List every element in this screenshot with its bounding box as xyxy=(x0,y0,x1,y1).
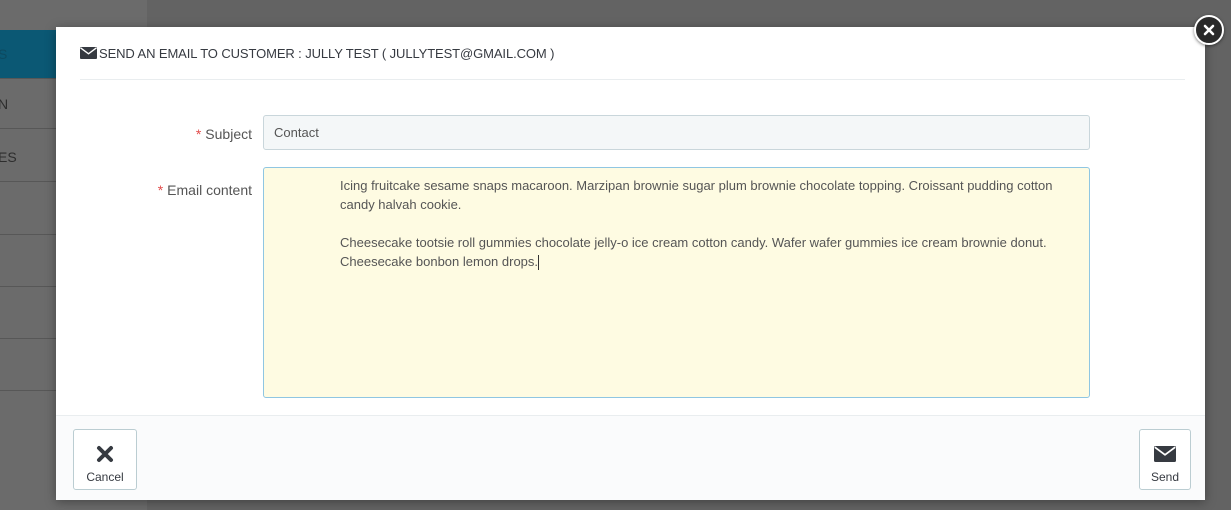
subject-label-text: Subject xyxy=(205,126,252,142)
content-paragraph: Icing fruitcake sesame snaps macaroon. M… xyxy=(340,178,1053,212)
subject-label: * Subject xyxy=(196,126,252,142)
subject-row: * Subject xyxy=(56,115,252,150)
modal-header: SEND AN EMAIL TO CUSTOMER : JULLY TEST (… xyxy=(80,27,1185,80)
envelope-icon xyxy=(1154,443,1176,465)
content-label-text: Email content xyxy=(167,182,252,198)
content-paragraph: Cheesecake tootsie roll gummies chocolat… xyxy=(340,235,1047,269)
required-mark: * xyxy=(157,182,164,198)
envelope-icon xyxy=(80,47,97,59)
background-sidebar-item[interactable] xyxy=(0,342,56,391)
email-modal: SEND AN EMAIL TO CUSTOMER : JULLY TEST (… xyxy=(56,27,1205,500)
content-paragraph-wrap: Cheesecake tootsie roll gummies chocolat… xyxy=(340,233,1069,271)
content-label: * Email content xyxy=(158,182,252,198)
background-sidebar-item[interactable]: ES xyxy=(0,133,56,182)
close-icon xyxy=(1203,24,1215,36)
modal-footer: Cancel Send xyxy=(56,415,1205,500)
subject-input[interactable]: Contact xyxy=(263,115,1090,150)
content-row: * Email content xyxy=(56,167,252,207)
modal-close-button[interactable] xyxy=(1194,15,1224,45)
background-sidebar-item[interactable]: N xyxy=(0,80,56,129)
background-sidebar-item[interactable]: S xyxy=(0,30,56,79)
background-sidebar-item[interactable] xyxy=(0,238,56,287)
required-mark: * xyxy=(195,126,202,142)
background-sidebar-item[interactable] xyxy=(0,186,56,235)
cancel-button[interactable]: Cancel xyxy=(73,429,137,490)
close-icon xyxy=(96,443,114,465)
send-label: Send xyxy=(1150,470,1180,484)
cancel-label: Cancel xyxy=(86,470,124,484)
modal-title: SEND AN EMAIL TO CUSTOMER : JULLY TEST (… xyxy=(99,45,555,61)
background-sidebar-item[interactable] xyxy=(0,290,56,339)
send-button[interactable]: Send xyxy=(1139,429,1191,490)
text-cursor xyxy=(538,255,540,271)
email-content-textarea[interactable]: Icing fruitcake sesame snaps macaroon. M… xyxy=(263,167,1090,398)
